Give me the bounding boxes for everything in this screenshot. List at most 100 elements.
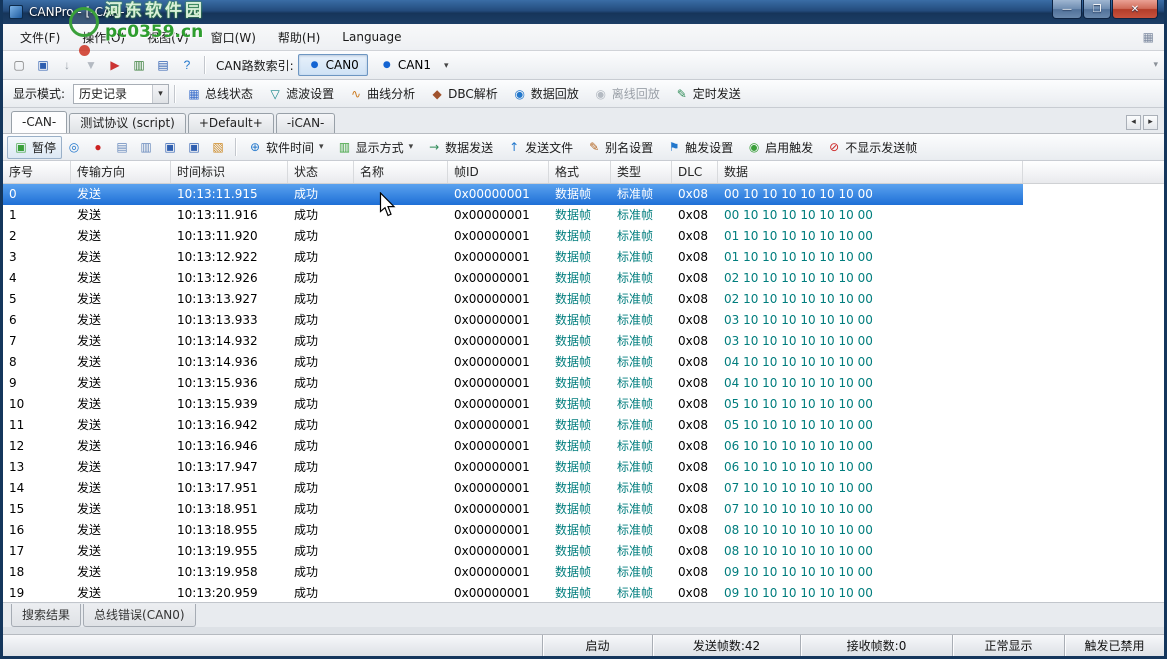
menu-item[interactable]: 文件(F) bbox=[9, 26, 71, 49]
menu-item[interactable]: Language bbox=[331, 27, 412, 47]
tab-scroll-left-icon[interactable]: ◂ bbox=[1126, 115, 1141, 130]
statistics-icon: ▥ bbox=[131, 57, 147, 73]
view-toolbar-button[interactable]: ∿ 曲线分析 bbox=[342, 82, 421, 105]
toolbar-icon-button[interactable]: ▤ bbox=[110, 136, 134, 158]
cell-dlc: 0x08 bbox=[672, 184, 718, 205]
column-header[interactable]: 类型 bbox=[611, 161, 672, 183]
column-header[interactable]: 名称 bbox=[354, 161, 448, 183]
cell-seq: 17 bbox=[3, 541, 71, 562]
toolbar-icon-button[interactable]: ▢ bbox=[7, 54, 31, 76]
can-channel-dropdown-button[interactable]: ▾ bbox=[440, 57, 453, 74]
toolbar-icon-button[interactable]: ? bbox=[175, 54, 199, 76]
toolbar-icon-button[interactable]: ▥ bbox=[134, 136, 158, 158]
cell-dlc: 0x08 bbox=[672, 394, 718, 415]
table-row[interactable]: 17 发送 10:13:19.955 成功 0x00000001 数据帧 标准帧… bbox=[3, 541, 1023, 562]
column-header[interactable]: 序号 bbox=[3, 161, 71, 183]
view-toolbar-button[interactable]: ▦ 总线状态 bbox=[180, 82, 259, 105]
frame-toolbar-button[interactable]: ✎ 别名设置 bbox=[580, 136, 659, 159]
column-header[interactable]: 格式 bbox=[549, 161, 611, 183]
table-row[interactable]: 14 发送 10:13:17.951 成功 0x00000001 数据帧 标准帧… bbox=[3, 478, 1023, 499]
bottom-tab[interactable]: 搜索结果 bbox=[11, 604, 81, 627]
table-row[interactable]: 10 发送 10:13:15.939 成功 0x00000001 数据帧 标准帧… bbox=[3, 394, 1023, 415]
display-mode-select[interactable]: 历史记录 ▾ bbox=[73, 84, 169, 104]
table-row[interactable]: 6 发送 10:13:13.933 成功 0x00000001 数据帧 标准帧 … bbox=[3, 310, 1023, 331]
filter-settings-icon: ▽ bbox=[267, 86, 283, 102]
title-bar[interactable]: CANPro - [-CAN-] — ❐ ✕ bbox=[3, 0, 1164, 24]
close-button[interactable]: ✕ bbox=[1112, 0, 1158, 19]
toolbar-icon-button[interactable]: ▤ bbox=[151, 54, 175, 76]
tab-scroll-right-icon[interactable]: ▸ bbox=[1143, 115, 1158, 130]
document-tab[interactable]: -iCAN- bbox=[276, 113, 336, 133]
minimize-button[interactable]: — bbox=[1052, 0, 1082, 19]
toolbar-icon-button[interactable]: ◎ bbox=[62, 136, 86, 158]
toolbar-icon-button[interactable]: ↓ bbox=[55, 54, 79, 76]
frame-toolbar-button[interactable]: ⊕ 软件时间 bbox=[241, 136, 330, 159]
can-channel-button[interactable]: ● CAN1 bbox=[370, 54, 440, 76]
column-header[interactable]: 帧ID bbox=[448, 161, 549, 183]
frame-toolbar-button[interactable]: ◉ 启用触发 bbox=[740, 136, 819, 159]
column-header[interactable]: 传输方向 bbox=[71, 161, 171, 183]
document-tab[interactable]: -CAN- bbox=[11, 111, 67, 133]
table-row[interactable]: 16 发送 10:13:18.955 成功 0x00000001 数据帧 标准帧… bbox=[3, 520, 1023, 541]
menu-item[interactable]: 窗口(W) bbox=[200, 26, 267, 49]
cell-timestamp: 10:13:13.933 bbox=[171, 310, 288, 331]
button-label: 总线状态 bbox=[205, 85, 253, 102]
table-row[interactable]: 9 发送 10:13:15.936 成功 0x00000001 数据帧 标准帧 … bbox=[3, 373, 1023, 394]
table-row[interactable]: 8 发送 10:13:14.936 成功 0x00000001 数据帧 标准帧 … bbox=[3, 352, 1023, 373]
column-header[interactable]: 时间标识 bbox=[171, 161, 288, 183]
chevron-down-icon[interactable]: ▾ bbox=[152, 85, 168, 103]
pause-button[interactable]: ▣ 暂停 bbox=[7, 136, 62, 159]
toolbar-icon-button[interactable]: ▣ bbox=[182, 136, 206, 158]
toolbar-icon-button[interactable]: ● bbox=[86, 136, 110, 158]
menu-item[interactable]: 操作(O) bbox=[71, 26, 136, 49]
toolbar-icon-button[interactable]: ▶ bbox=[103, 54, 127, 76]
menu-item[interactable]: 视图(V) bbox=[136, 26, 200, 49]
toolbar-icon-button[interactable]: ▣ bbox=[158, 136, 182, 158]
frame-toolbar-button[interactable]: ▥ 显示方式 bbox=[331, 136, 420, 159]
document-tab[interactable]: +Default+ bbox=[188, 113, 274, 133]
column-header[interactable]: 数据 bbox=[718, 161, 1023, 183]
toolbar-overflow-button[interactable]: ▾ bbox=[1153, 60, 1160, 70]
table-row[interactable]: 7 发送 10:13:14.932 成功 0x00000001 数据帧 标准帧 … bbox=[3, 331, 1023, 352]
cell-timestamp: 10:13:17.951 bbox=[171, 478, 288, 499]
table-row[interactable]: 15 发送 10:13:18.951 成功 0x00000001 数据帧 标准帧… bbox=[3, 499, 1023, 520]
table-body[interactable]: 0 发送 10:13:11.915 成功 0x00000001 数据帧 标准帧 … bbox=[3, 184, 1164, 602]
frame-toolbar-button[interactable]: ⚑ 触发设置 bbox=[660, 136, 739, 159]
frame-toolbar-button[interactable]: → 数据发送 bbox=[420, 136, 499, 159]
bottom-tab[interactable]: 总线错误(CAN0) bbox=[83, 604, 196, 627]
frame-toolbar-button[interactable]: ↑ 发送文件 bbox=[500, 136, 579, 159]
table-row[interactable]: 18 发送 10:13:19.958 成功 0x00000001 数据帧 标准帧… bbox=[3, 562, 1023, 583]
toolbar-icon-button[interactable]: ▧ bbox=[206, 136, 230, 158]
column-header[interactable]: 状态 bbox=[288, 161, 354, 183]
table-row[interactable]: 11 发送 10:13:16.942 成功 0x00000001 数据帧 标准帧… bbox=[3, 415, 1023, 436]
toolbar-icon-button[interactable]: ▥ bbox=[127, 54, 151, 76]
table-row[interactable]: 12 发送 10:13:16.946 成功 0x00000001 数据帧 标准帧… bbox=[3, 436, 1023, 457]
menu-item[interactable]: 帮助(H) bbox=[267, 26, 331, 49]
frame-toolbar-button[interactable]: ⊘ 不显示发送帧 bbox=[820, 136, 923, 159]
document-tab[interactable]: 测试协议 (script) bbox=[69, 113, 186, 133]
mdi-window-icon[interactable]: ▦ bbox=[1139, 30, 1158, 44]
view-toolbar-button[interactable]: ▽ 滤波设置 bbox=[261, 82, 340, 105]
table-row[interactable]: 0 发送 10:13:11.915 成功 0x00000001 数据帧 标准帧 … bbox=[3, 184, 1023, 205]
table-row[interactable]: 19 发送 10:13:20.959 成功 0x00000001 数据帧 标准帧… bbox=[3, 583, 1023, 602]
can-channel-button[interactable]: ● CAN0 bbox=[298, 54, 368, 76]
maximize-button[interactable]: ❐ bbox=[1083, 0, 1111, 19]
column-header[interactable]: DLC bbox=[672, 161, 718, 183]
view-toolbar-button[interactable]: ◉ 离线回放 bbox=[587, 82, 666, 105]
cell-format: 数据帧 bbox=[549, 289, 611, 310]
table-row[interactable]: 4 发送 10:13:12.926 成功 0x00000001 数据帧 标准帧 … bbox=[3, 268, 1023, 289]
table-row[interactable]: 5 发送 10:13:13.927 成功 0x00000001 数据帧 标准帧 … bbox=[3, 289, 1023, 310]
view-toolbar-button[interactable]: ✎ 定时发送 bbox=[668, 82, 747, 105]
toolbar-icon-button[interactable]: ▼ bbox=[79, 54, 103, 76]
channel-dot-icon: ● bbox=[379, 57, 395, 73]
table-row[interactable]: 1 发送 10:13:11.916 成功 0x00000001 数据帧 标准帧 … bbox=[3, 205, 1023, 226]
table-row[interactable]: 3 发送 10:13:12.922 成功 0x00000001 数据帧 标准帧 … bbox=[3, 247, 1023, 268]
table-row[interactable]: 2 发送 10:13:11.920 成功 0x00000001 数据帧 标准帧 … bbox=[3, 226, 1023, 247]
view-toolbar-button[interactable]: ◆ DBC解析 bbox=[423, 82, 504, 105]
cell-format: 数据帧 bbox=[549, 499, 611, 520]
view-toolbar-button[interactable]: ◉ 数据回放 bbox=[506, 82, 585, 105]
toolbar-icon-button[interactable]: ▣ bbox=[31, 54, 55, 76]
cell-dlc: 0x08 bbox=[672, 415, 718, 436]
table-row[interactable]: 13 发送 10:13:17.947 成功 0x00000001 数据帧 标准帧… bbox=[3, 457, 1023, 478]
cell-data: 02 10 10 10 10 10 10 00 bbox=[718, 289, 1023, 310]
